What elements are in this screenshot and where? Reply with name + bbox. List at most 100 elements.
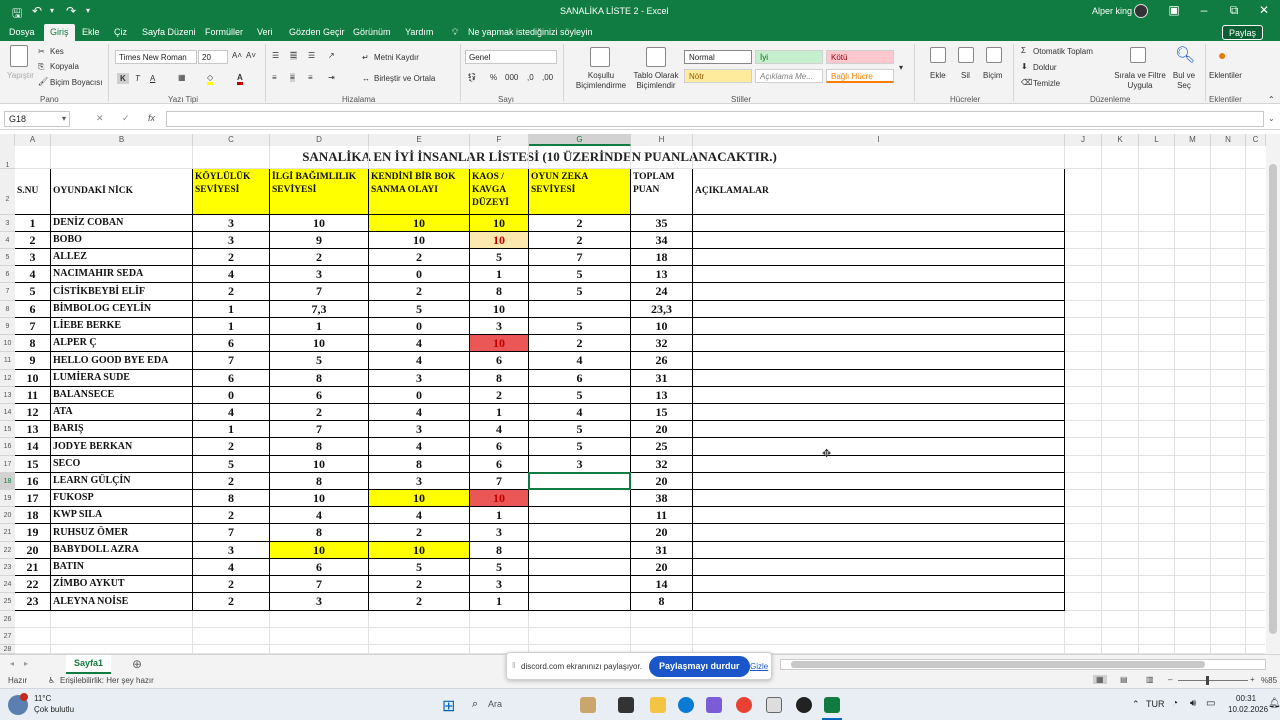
row-header[interactable]: 13 xyxy=(0,387,15,404)
delete-cells-icon[interactable] xyxy=(958,47,974,63)
notes-cell[interactable] xyxy=(693,232,1065,249)
row-header[interactable]: 26 xyxy=(0,611,15,628)
taskbar-search-icon[interactable]: ⌕ xyxy=(472,698,478,711)
total-cell[interactable]: 14 xyxy=(631,576,693,593)
score-cell[interactable]: 4 xyxy=(193,559,270,576)
number-format-select[interactable]: Genel xyxy=(465,50,557,64)
score-cell[interactable]: 4 xyxy=(470,421,529,438)
score-cell[interactable]: 9 xyxy=(270,232,369,249)
serial-cell[interactable]: 2 xyxy=(15,232,51,249)
score-cell[interactable]: 5 xyxy=(470,249,529,266)
nick-cell[interactable]: ALEYNA NOİSE xyxy=(51,593,193,611)
total-cell[interactable]: 24 xyxy=(631,283,693,301)
weather-desc[interactable]: Çok bulutlu xyxy=(34,705,74,714)
avatar[interactable] xyxy=(1134,4,1148,18)
format-as-table-button[interactable]: Tablo Olarak Biçimlendir xyxy=(630,71,682,91)
font-shrink-icon[interactable]: A˅ xyxy=(246,51,256,60)
fill-color-icon[interactable]: ◇ xyxy=(207,73,214,85)
delete-cells-button[interactable]: Sil xyxy=(961,71,970,80)
score-cell[interactable] xyxy=(529,542,631,559)
serial-cell[interactable]: 1 xyxy=(15,215,51,232)
score-cell[interactable]: 3 xyxy=(470,318,529,335)
score-cell[interactable]: 3 xyxy=(369,421,470,438)
row-header[interactable]: 19 xyxy=(0,490,15,507)
name-box-dropdown-icon[interactable]: ▾ xyxy=(62,114,66,123)
score-cell[interactable]: 10 xyxy=(369,490,470,507)
horizontal-scrollbar[interactable] xyxy=(780,659,1266,670)
score-cell[interactable]: 2 xyxy=(193,438,270,456)
total-cell[interactable]: 20 xyxy=(631,559,693,576)
volume-icon[interactable]: 🔊︎ xyxy=(1190,698,1196,709)
orientation-icon[interactable]: ↗ xyxy=(328,51,335,60)
column-header[interactable]: J xyxy=(1065,134,1102,146)
style-neutral[interactable]: Nötr xyxy=(684,69,752,83)
score-cell[interactable]: 10 xyxy=(270,456,369,473)
score-cell[interactable]: 5 xyxy=(529,318,631,335)
score-cell[interactable]: 8 xyxy=(470,370,529,387)
nick-cell[interactable]: HELLO GOOD BYE EDA xyxy=(51,352,193,370)
addins-button[interactable]: Eklentiler xyxy=(1209,71,1242,80)
score-cell[interactable]: 10 xyxy=(270,335,369,352)
score-cell[interactable]: 10 xyxy=(470,335,529,352)
total-cell[interactable]: 32 xyxy=(631,335,693,352)
find-select-button[interactable]: Bul ve Seç xyxy=(1170,71,1198,91)
weather-temp[interactable]: 11°C xyxy=(34,694,51,703)
column-title-cell[interactable]: İLGİ BAĞIMLILIK SEVİYESİ xyxy=(270,169,369,215)
app-icon-terminal[interactable] xyxy=(618,697,634,713)
score-cell[interactable]: 5 xyxy=(193,456,270,473)
score-cell[interactable]: 3 xyxy=(529,456,631,473)
serial-cell[interactable]: 20 xyxy=(15,542,51,559)
total-cell[interactable]: 35 xyxy=(631,215,693,232)
score-cell[interactable]: 2 xyxy=(369,249,470,266)
notes-cell[interactable] xyxy=(693,593,1065,611)
score-cell[interactable]: 10 xyxy=(369,542,470,559)
merge-icon[interactable]: ↔ xyxy=(362,74,370,83)
serial-cell[interactable]: 13 xyxy=(15,421,51,438)
score-cell[interactable]: 2 xyxy=(193,576,270,593)
row-header[interactable]: 15 xyxy=(0,421,15,438)
total-cell[interactable]: 8 xyxy=(631,593,693,611)
paste-icon[interactable] xyxy=(10,45,28,67)
increase-decimal-icon[interactable]: ,0 xyxy=(527,73,534,82)
score-cell[interactable]: 5 xyxy=(369,559,470,576)
score-cell[interactable]: 10 xyxy=(369,215,470,232)
score-cell[interactable]: 3 xyxy=(369,473,470,490)
column-title-cell[interactable]: KAOS / KAVGA DÜZEYİ xyxy=(470,169,529,215)
score-cell[interactable]: 3 xyxy=(193,542,270,559)
total-cell[interactable]: 23,3 xyxy=(631,301,693,318)
notes-cell[interactable] xyxy=(693,421,1065,438)
nick-cell[interactable]: BOBO xyxy=(51,232,193,249)
score-cell[interactable]: 2 xyxy=(193,593,270,611)
excel-taskbar-icon[interactable] xyxy=(824,697,840,713)
column-header[interactable]: C xyxy=(193,134,270,146)
total-cell[interactable]: 11 xyxy=(631,507,693,524)
row-header[interactable]: 16 xyxy=(0,438,15,456)
tab-gorunum[interactable]: Görünüm xyxy=(353,27,391,37)
score-cell[interactable]: 3 xyxy=(270,593,369,611)
tab-dosya[interactable]: Dosya xyxy=(9,27,35,37)
nick-cell[interactable]: JODYE BERKAN xyxy=(51,438,193,456)
score-cell[interactable]: 10 xyxy=(270,490,369,507)
score-cell[interactable]: 7 xyxy=(270,421,369,438)
insert-function-icon[interactable]: fx xyxy=(148,113,155,123)
score-cell[interactable]: 4 xyxy=(529,352,631,370)
score-cell[interactable]: 5 xyxy=(529,283,631,301)
serial-cell[interactable]: 5 xyxy=(15,283,51,301)
nick-cell[interactable]: SECO xyxy=(51,456,193,473)
add-sheet-icon[interactable]: ⊕ xyxy=(132,657,142,671)
score-cell[interactable]: 6 xyxy=(270,387,369,404)
score-cell[interactable]: 4 xyxy=(193,266,270,283)
total-cell[interactable]: 26 xyxy=(631,352,693,370)
column-header[interactable]: G xyxy=(529,134,631,146)
score-cell[interactable]: 5 xyxy=(529,421,631,438)
align-center-icon[interactable]: ≡ xyxy=(290,73,295,82)
tab-ekle[interactable]: Ekle xyxy=(82,27,100,37)
notes-cell[interactable] xyxy=(693,438,1065,456)
row-header[interactable]: 2 xyxy=(0,169,15,215)
score-cell[interactable]: 6 xyxy=(270,559,369,576)
copy-icon[interactable]: ⎘ xyxy=(38,62,44,72)
column-header[interactable]: F xyxy=(470,134,529,146)
total-cell[interactable]: 20 xyxy=(631,524,693,542)
copilot-icon[interactable] xyxy=(706,697,722,713)
score-cell[interactable]: 2 xyxy=(270,249,369,266)
